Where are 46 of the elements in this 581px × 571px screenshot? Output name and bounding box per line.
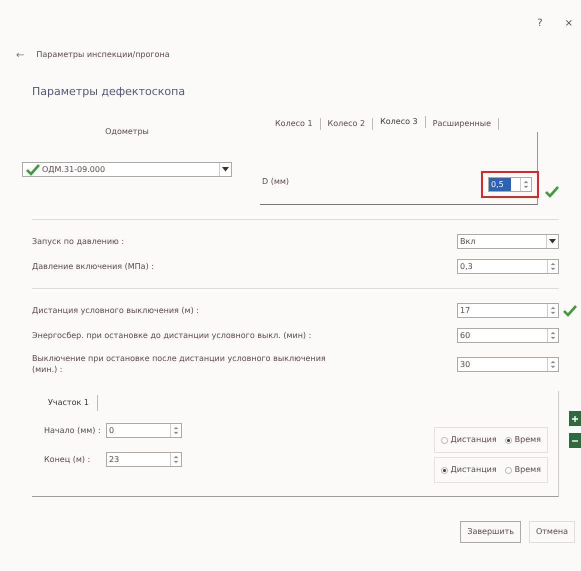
number-field[interactable]: 0,3 [457, 259, 559, 274]
caret-icon [222, 167, 229, 172]
spin-arrows-icon [547, 304, 558, 317]
number-field[interactable]: 60 [457, 328, 559, 343]
number-field[interactable]: 17 [457, 303, 559, 318]
remove-button[interactable] [569, 433, 581, 448]
radio-option[interactable]: Дистанция [440, 434, 497, 446]
breadcrumb-text: Параметры инспекции/прогона [36, 49, 170, 61]
tab[interactable]: Расширенные [426, 118, 499, 130]
spin-arrows-icon [170, 424, 181, 437]
tab[interactable]: Колесо 3 [373, 116, 426, 128]
field-label: Энергосбер. при остановке до дистанции условного выкл. (мин) : [32, 330, 312, 341]
radio-option[interactable]: Время [504, 464, 541, 476]
number-field[interactable]: 0,5 [488, 177, 532, 192]
plus-icon [571, 414, 579, 422]
field-label: Запуск по давлению : [32, 236, 126, 247]
page-title: Параметры дефектоскопа [31, 84, 186, 100]
number-field[interactable]: 23 [106, 452, 182, 467]
spin-arrows-icon [520, 178, 531, 191]
tab[interactable]: Участок 1 [40, 395, 98, 411]
radio-option[interactable]: Дистанция [440, 464, 497, 476]
odometers-label: Одометры [104, 126, 150, 138]
finish-button[interactable]: Завершить [460, 521, 521, 543]
cancel-button[interactable]: Отмена [528, 521, 575, 543]
spin-arrows-icon [170, 453, 181, 466]
tab[interactable]: Колесо 2 [320, 118, 374, 130]
field-label: D (мм) [262, 176, 290, 188]
number-field[interactable]: 0 [106, 423, 182, 438]
spin-arrows-icon [547, 329, 558, 342]
tab[interactable]: Колесо 1 [268, 118, 321, 130]
close-button[interactable]: × [564, 16, 573, 30]
field-label: Дистанция условного выключения (м) : [32, 305, 200, 316]
spin-arrows-icon [547, 358, 558, 370]
odometer-select[interactable]: ОДМ.31-09.000 [22, 162, 232, 177]
field-label: Начало (мм) : [44, 424, 102, 436]
field-label: Давление включения (МПа) : [32, 261, 155, 272]
caret-icon [549, 239, 556, 244]
number-field[interactable]: 30 [457, 356, 559, 372]
field-label: Конец (м) : [44, 454, 92, 466]
back-button[interactable]: ← [16, 48, 24, 62]
radio-option[interactable]: Время [504, 434, 541, 446]
spin-arrows-icon [547, 260, 558, 273]
help-button[interactable]: ? [537, 16, 543, 30]
field-label: Выключение при остановке после дистанции условного выключения (мин.) : [32, 353, 327, 375]
select-field[interactable]: Вкл [457, 234, 559, 249]
add-button[interactable] [569, 411, 581, 426]
